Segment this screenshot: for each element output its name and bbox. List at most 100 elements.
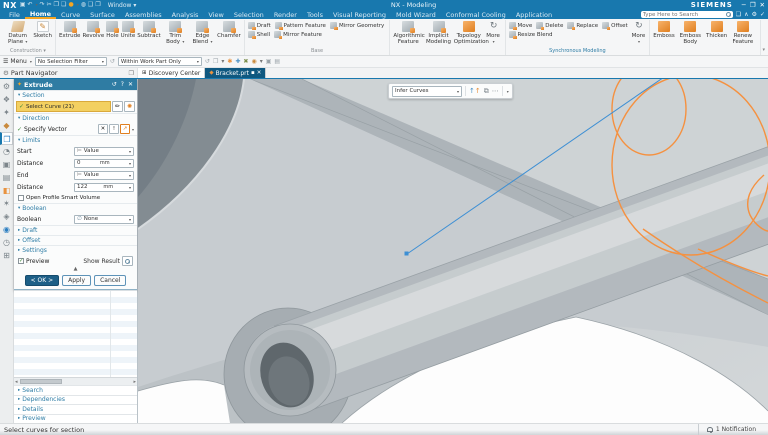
assembly-navigator-icon[interactable]: ❖ (0, 93, 13, 106)
ribbon-item-shell[interactable]: Shell (247, 31, 273, 38)
snap-angle-icon[interactable]: ↺ (205, 58, 210, 65)
ribbon-item-implicit-modeling[interactable]: Implicit Modeling (424, 20, 452, 45)
ribbon-item-unite[interactable]: Unite (120, 20, 137, 39)
settings-group-header[interactable]: ▸Settings (14, 245, 137, 255)
ribbon-item-revolve[interactable]: Revolve (81, 20, 105, 39)
dialog-help-button[interactable]: ? (120, 81, 125, 88)
process-studio-icon[interactable]: ✶ (0, 197, 13, 210)
ribbon-item-more[interactable]: ↻More ▾ (485, 20, 503, 45)
follow-fillet-icon[interactable]: ⧉ (484, 85, 489, 97)
ribbon-customize-icon[interactable]: ▾ (761, 20, 768, 55)
part-navigator-list[interactable] (14, 290, 137, 377)
boolean-select[interactable]: ∅None▾ (74, 215, 134, 224)
open-profile-checkbox-row[interactable]: Open Profile Smart Volume (14, 193, 137, 203)
stop-at-intersection-icon[interactable]: ↑↑ (469, 85, 481, 97)
snap-center-icon[interactable]: ◉ (251, 58, 256, 65)
ribbon-item-replace[interactable]: Replace (566, 22, 601, 29)
menu-tab-tools[interactable]: Tools (302, 10, 328, 19)
shaded-view-icon[interactable]: ▣ (266, 58, 272, 65)
redo-icon[interactable]: ↷ (40, 0, 45, 10)
navigator-section-search[interactable]: ▸Search (14, 385, 137, 395)
ribbon-item-offset[interactable]: Offset (601, 22, 631, 29)
draft-group-header[interactable]: ▸Draft (14, 225, 137, 235)
section-group-header[interactable]: ▾ Section (14, 90, 137, 100)
selection-scope-select[interactable]: Within Work Part Only▾ (118, 57, 202, 66)
scrollbar-thumb[interactable] (20, 379, 62, 384)
ribbon-item-more[interactable]: ↻More ▾ (631, 20, 648, 45)
menu-tab-home[interactable]: Home (25, 10, 56, 19)
ribbon-item-topology-optimization[interactable]: Topology Optimization (453, 20, 485, 45)
part-navigator-icon[interactable]: ◆ (0, 119, 13, 132)
dialog-reset-button[interactable]: ↺ (111, 81, 118, 88)
panel-window-icon[interactable]: ❐ (129, 70, 134, 77)
navigator-section-preview[interactable]: ▸Preview (14, 414, 137, 424)
scroll-right-icon[interactable]: ▸ (133, 379, 136, 385)
notification-button[interactable]: 1 Notification (698, 424, 764, 435)
ribbon-item-subtract[interactable]: Subtract (136, 20, 161, 39)
menu-tab-render[interactable]: Render (269, 10, 302, 19)
panel-gear-icon[interactable]: ⚙ (3, 69, 9, 77)
search-input[interactable] (643, 12, 724, 18)
vector-dropdown-icon[interactable]: ▾ (132, 127, 134, 132)
minimize-ribbon-icon[interactable]: ∧ (744, 11, 748, 18)
ok-button[interactable]: < OK > (25, 275, 60, 286)
vector-reverse-button[interactable]: ✕ (98, 124, 108, 134)
ok-check-icon[interactable]: ✓ (760, 11, 765, 18)
command-dropdown-icon[interactable]: ▾ (77, 0, 79, 10)
clock-icon[interactable]: ◷ (0, 236, 13, 249)
constraint-navigator-icon[interactable]: ✦ (0, 106, 13, 119)
manufacturing-icon[interactable]: ◈ (0, 210, 13, 223)
ribbon-item-chamfer[interactable]: Chamfer (216, 20, 242, 39)
limits-group-header[interactable]: ▾ Limits (14, 135, 137, 145)
close-tab-icon[interactable]: ✕ (257, 70, 262, 76)
layers-icon[interactable]: ▤ (0, 171, 13, 184)
snap-endpoint-icon[interactable]: ✱ (227, 58, 232, 65)
cut-icon[interactable]: ✂ (47, 0, 52, 10)
offset-group-header[interactable]: ▸Offset (14, 235, 137, 245)
ribbon-item-edge-blend[interactable]: Edge Blend ▾ (189, 20, 216, 45)
toolbar-dropdown-icon[interactable]: ▾ (507, 89, 509, 94)
menu-tab-analysis[interactable]: Analysis (167, 10, 204, 19)
direction-group-header[interactable]: ▾ Direction (14, 113, 137, 123)
snap-dropdown-icon[interactable]: ▾ (221, 58, 224, 65)
minimize-button[interactable]: ─ (742, 1, 746, 9)
clipboard-icon[interactable]: ❐ (213, 58, 218, 65)
ribbon-item-draft[interactable]: Draft (247, 22, 274, 29)
vector-dialog-button[interactable]: ↗ (120, 124, 130, 134)
command-search[interactable] (641, 11, 733, 18)
show-result-button[interactable]: Show Result (83, 256, 133, 266)
menu-tab-mold-wizard[interactable]: Mold Wizard (391, 10, 441, 19)
menu-tab-file[interactable]: File (4, 10, 25, 19)
end-distance-input[interactable]: 122 mm▾ (74, 183, 134, 192)
ribbon-item-algorithmic-feature[interactable]: Algorithmic Feature (392, 20, 424, 45)
preview-checkbox[interactable]: ✓ (18, 258, 24, 264)
ribbon-item-hole[interactable]: Hole (105, 20, 119, 39)
touch-mode-icon[interactable]: ❑ (88, 0, 93, 10)
bracket-part-canvas[interactable] (138, 79, 768, 423)
selection-filter-select[interactable]: No Selection Filter▾ (35, 57, 107, 66)
window-menu[interactable]: Window ▾ (108, 2, 137, 9)
restore-button[interactable]: ❐ (750, 1, 756, 9)
vector-inferred-button[interactable]: ! (109, 124, 119, 134)
view-orient-icon[interactable]: ▤ (274, 58, 280, 65)
notifications-icon[interactable]: ◔ (0, 145, 13, 158)
ribbon-item-resize-blend[interactable]: Resize Blend (508, 31, 556, 38)
ribbon-item-trim-body[interactable]: Trim Body ▾ (162, 20, 189, 45)
menu-tab-application[interactable]: Application (511, 10, 557, 19)
checkbox-unchecked[interactable] (18, 195, 24, 201)
close-button[interactable]: ✕ (760, 1, 765, 9)
curve-options-button[interactable]: ✏ (112, 101, 123, 112)
paste-icon[interactable]: ❏ (61, 0, 66, 10)
menu-button[interactable]: ☰ Menu ▾ (3, 58, 32, 65)
curve-rule-select[interactable]: Infer Curves▾ (392, 86, 462, 97)
menu-tab-view[interactable]: View (203, 10, 228, 19)
select-curve-field[interactable]: ✓ Select Curve (21) (16, 101, 111, 112)
sketch-section-button[interactable]: ✺ (124, 101, 135, 112)
ribbon-item-datum-plane[interactable]: Datum Plane ▾ (3, 20, 32, 45)
dialog-close-button[interactable]: ✕ (127, 81, 134, 88)
command-finder-icon[interactable]: ● (68, 0, 73, 10)
hd3d-tools-icon[interactable]: ▣ (0, 158, 13, 171)
extrude-dialog-header[interactable]: ✦ Extrude ↺ ? ✕ (14, 79, 137, 90)
navigator-section-dependencies[interactable]: ▸Dependencies (14, 395, 137, 405)
menu-tab-assemblies[interactable]: Assemblies (120, 10, 167, 19)
